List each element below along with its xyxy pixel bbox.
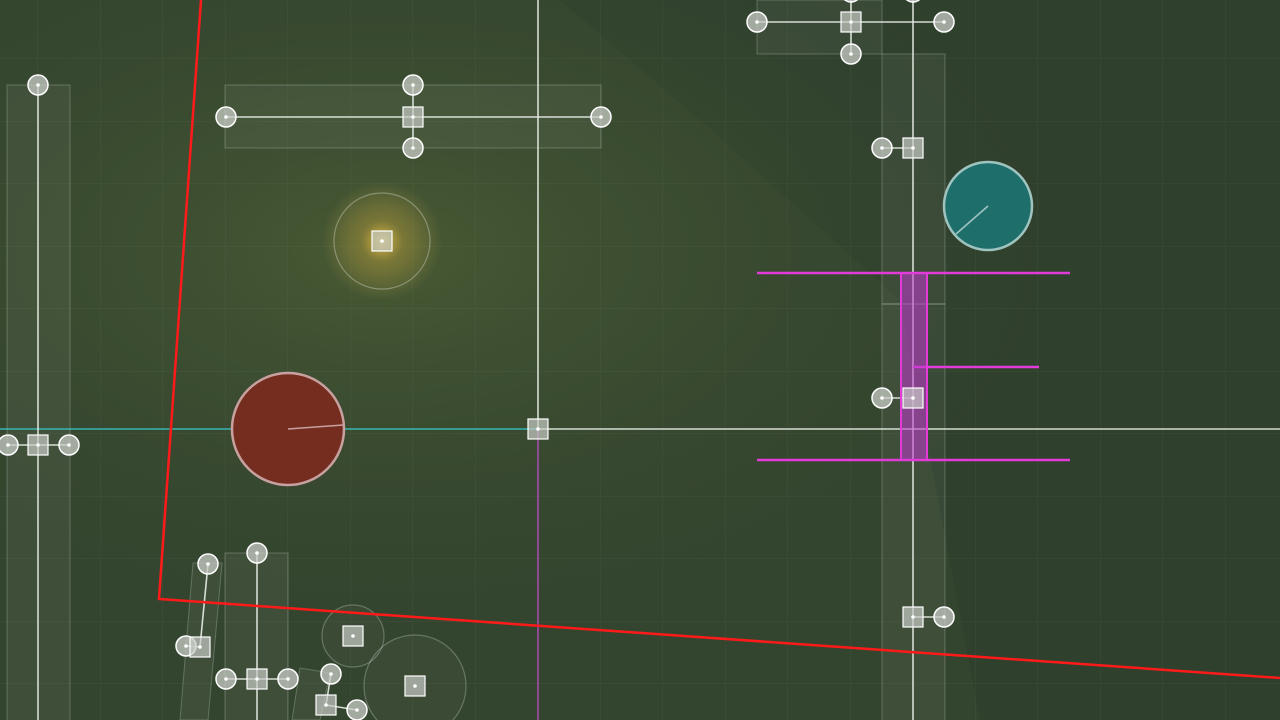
- circle-handle-icon[interactable]: [871, 387, 893, 409]
- circle-handle-icon[interactable]: [58, 434, 80, 456]
- circle-handle-icon[interactable]: [402, 137, 424, 159]
- square-handle-icon[interactable]: [840, 11, 862, 33]
- circle-handle-icon[interactable]: [27, 74, 49, 96]
- square-handle-icon[interactable]: [527, 418, 549, 440]
- light-source-icon[interactable]: [371, 230, 393, 252]
- circle-handle-icon[interactable]: [933, 606, 955, 628]
- bounds-top-right: [756, 0, 883, 55]
- scene-canvas[interactable]: [0, 0, 1280, 720]
- magenta-selected-pillar[interactable]: [900, 272, 928, 461]
- circle-handle-icon[interactable]: [590, 106, 612, 128]
- square-handle-icon[interactable]: [902, 606, 924, 628]
- circle-handle-icon[interactable]: [0, 434, 19, 456]
- square-handle-icon[interactable]: [404, 675, 426, 697]
- circle-handle-icon[interactable]: [215, 668, 237, 690]
- circle-handle-icon[interactable]: [197, 553, 219, 575]
- circle-handle-icon[interactable]: [346, 699, 368, 720]
- circle-handle-icon[interactable]: [246, 542, 268, 564]
- square-handle-icon[interactable]: [189, 636, 211, 658]
- circle-handle-icon[interactable]: [277, 668, 299, 690]
- circle-handle-icon[interactable]: [402, 74, 424, 96]
- circle-handle-icon[interactable]: [746, 11, 768, 33]
- circle-handle-icon[interactable]: [933, 11, 955, 33]
- circle-handle-icon[interactable]: [215, 106, 237, 128]
- square-handle-icon[interactable]: [402, 106, 424, 128]
- ball-red-icon[interactable]: [230, 371, 346, 487]
- square-handle-icon[interactable]: [315, 694, 337, 716]
- square-handle-icon[interactable]: [27, 434, 49, 456]
- editor-viewport[interactable]: [0, 0, 1280, 720]
- square-handle-icon[interactable]: [342, 625, 364, 647]
- square-handle-icon[interactable]: [246, 668, 268, 690]
- circle-handle-icon[interactable]: [840, 43, 862, 65]
- ball-teal-icon[interactable]: [942, 160, 1034, 252]
- circle-handle-icon[interactable]: [320, 663, 342, 685]
- circle-handle-icon[interactable]: [871, 137, 893, 159]
- square-handle-icon[interactable]: [902, 387, 924, 409]
- square-handle-icon[interactable]: [902, 137, 924, 159]
